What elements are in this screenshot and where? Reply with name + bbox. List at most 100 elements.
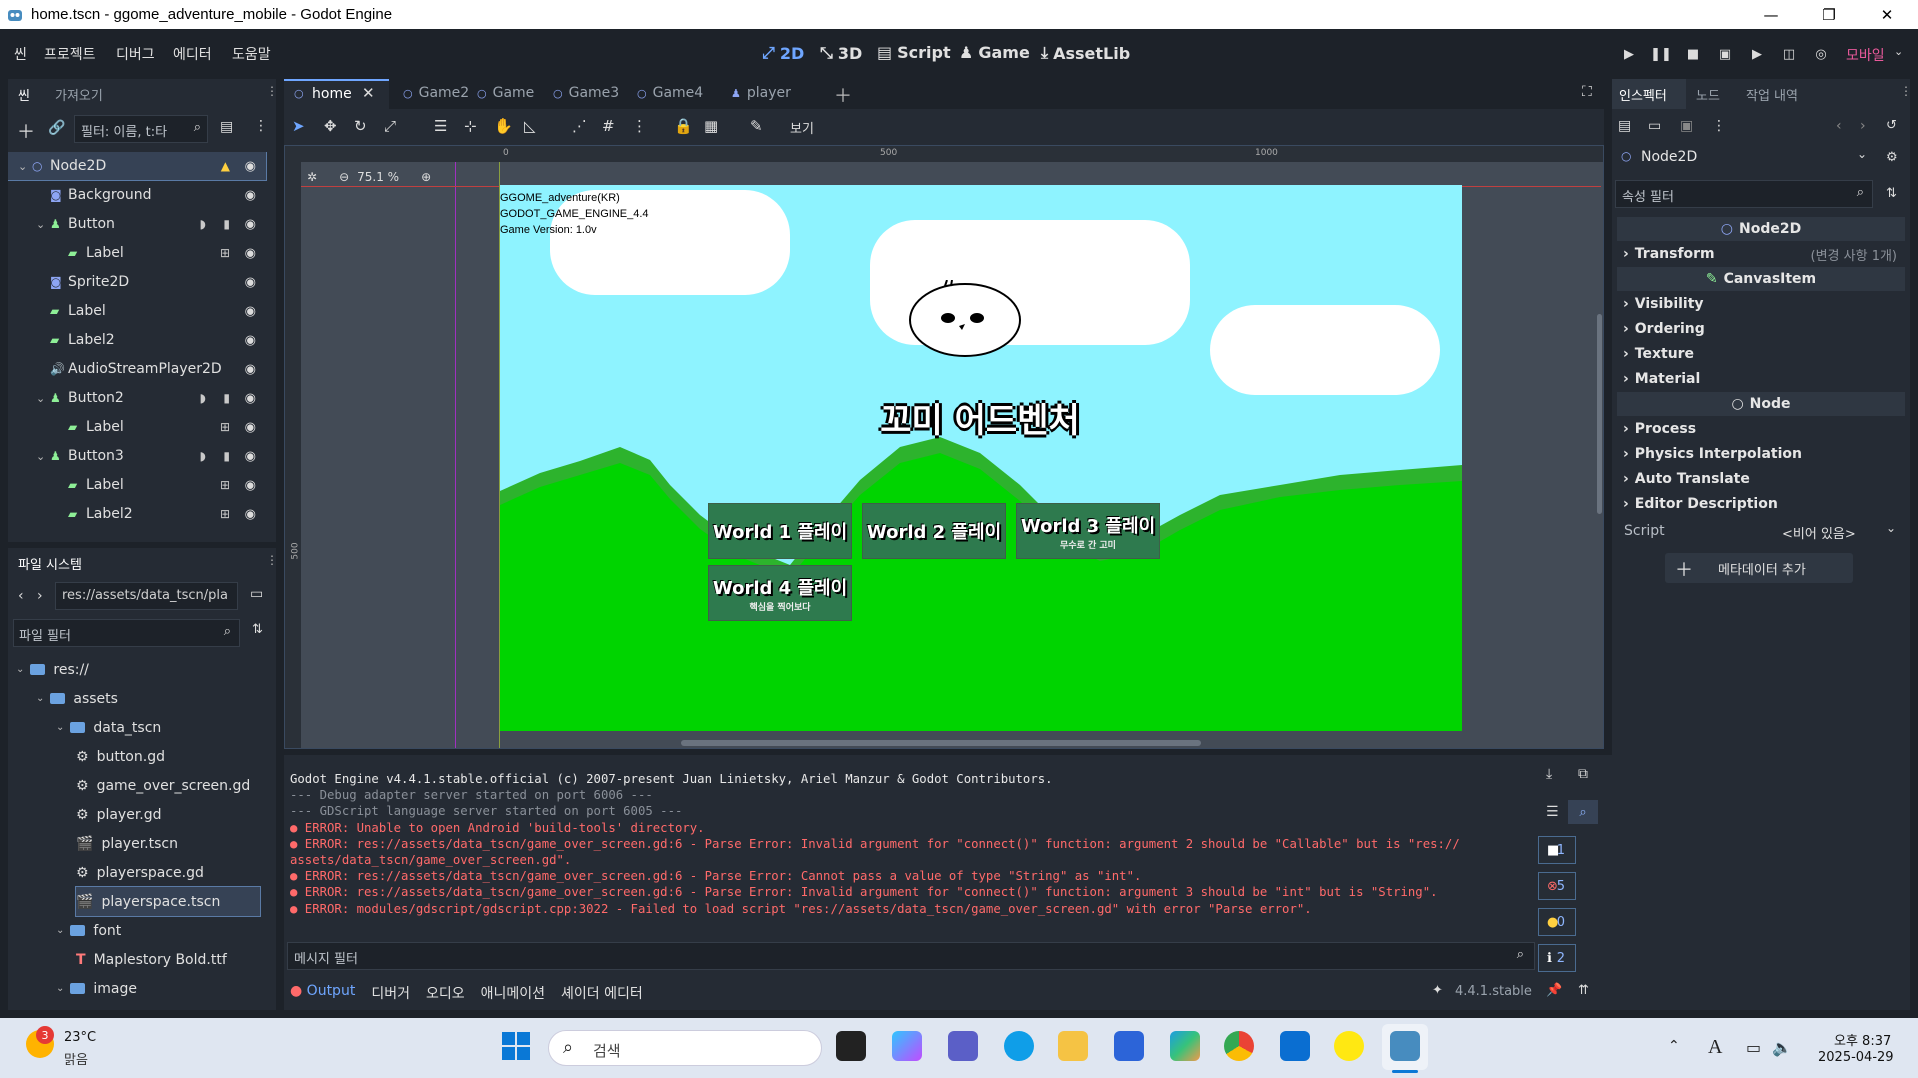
renderer-select[interactable]: 모바일 xyxy=(1846,45,1885,65)
file-tree-item[interactable]: ⌄ image xyxy=(56,974,260,1003)
play-custom-icon[interactable]: ◫ xyxy=(1780,45,1798,63)
file-tree-item[interactable]: ⚙ player.gd xyxy=(76,800,260,829)
group-icon[interactable]: ⊞ xyxy=(220,420,230,434)
clock-date[interactable]: 2025-04-29 xyxy=(1818,1050,1894,1065)
tab-home[interactable]: ○ home ✕ xyxy=(284,79,389,109)
file-tree-item[interactable]: ⚙ game_over_screen.gd xyxy=(76,771,260,800)
file-tree-item[interactable]: 🎬 playerspace.tscn xyxy=(75,886,261,917)
outlook-icon[interactable] xyxy=(1280,1031,1310,1061)
zoom-in-icon[interactable]: ⊕ xyxy=(421,170,431,184)
scene-tree-item[interactable]: ▰ Label ⊞ ◉ xyxy=(8,413,266,441)
main-game-button[interactable]: ♟ Game xyxy=(959,43,1030,62)
history-back-icon[interactable]: ‹ xyxy=(1836,118,1842,134)
copilot-icon[interactable] xyxy=(892,1031,922,1061)
play-icon[interactable]: ▶ xyxy=(1620,45,1638,63)
chevron-up-icon[interactable]: ⌃ xyxy=(1668,1038,1680,1054)
scene-tab[interactable]: ○ Game4 xyxy=(637,85,703,101)
back-icon[interactable]: ‹ xyxy=(18,588,24,604)
chevron-down-icon[interactable]: ⌄ xyxy=(36,218,45,231)
prop-visibility[interactable]: › Visibility xyxy=(1617,292,1905,316)
grid-snap-icon[interactable]: # xyxy=(602,117,615,135)
prop-material[interactable]: › Material xyxy=(1617,367,1905,391)
history-icon[interactable]: ↺ xyxy=(1886,118,1897,133)
prop-editor-description[interactable]: › Editor Description xyxy=(1617,492,1905,516)
list-select-icon[interactable]: ☰ xyxy=(434,117,447,135)
main-script-button[interactable]: ▤ Script xyxy=(877,43,951,62)
more-options-icon[interactable]: ⋮ xyxy=(1712,118,1726,134)
scene-tree-item[interactable]: ▰ Label ⊞ ◉ xyxy=(8,471,266,499)
split-view-icon[interactable]: ▭ xyxy=(250,586,263,602)
chrome-icon[interactable] xyxy=(1224,1031,1254,1061)
v-scrollbar[interactable] xyxy=(1597,314,1602,514)
scene-tree-item[interactable]: ⌄ ♟ Button ◗ ▮ ◉ xyxy=(8,210,266,238)
menu-editor[interactable]: 에디터 xyxy=(173,44,212,64)
godot-taskbar-icon[interactable] xyxy=(1390,1031,1420,1061)
volume-icon[interactable]: 🔈 xyxy=(1772,1038,1792,1057)
scene-tree-item[interactable]: ⌄ ○ Node2D ▲ ◉ xyxy=(8,152,267,181)
eye-icon[interactable]: ◉ xyxy=(245,391,256,406)
main-3d-button[interactable]: ⤡ 3D xyxy=(820,43,862,63)
tab-shader-editor[interactable]: 셰이더 에디터 xyxy=(561,983,643,1003)
sort-icon[interactable]: ⇅ xyxy=(252,622,263,637)
scene-tab[interactable]: ♟ player xyxy=(731,85,791,101)
scene-filter-input[interactable]: 필터: 이름, t:타 ⌕ xyxy=(74,115,208,143)
file-filter-input[interactable]: 파일 필터 ⌕ xyxy=(13,619,240,647)
scene-tree-item[interactable]: ◙ Background ◉ xyxy=(8,181,266,209)
property-settings-icon[interactable]: ⇅ xyxy=(1886,186,1897,201)
error-count-badge[interactable]: ⊗ 5 xyxy=(1538,872,1576,900)
script-icon[interactable]: ▮ xyxy=(223,449,230,463)
snap-options-icon[interactable]: ⋮ xyxy=(632,117,647,135)
network-icon[interactable]: ▭ xyxy=(1746,1038,1761,1057)
clear-log-icon[interactable]: ⤓ xyxy=(1546,766,1552,782)
add-tab-icon[interactable]: ＋ xyxy=(834,82,852,108)
signal-icon[interactable]: ◗ xyxy=(200,217,206,231)
h-scrollbar[interactable] xyxy=(681,740,1201,746)
file-tree-item[interactable]: ⌄ assets xyxy=(36,684,260,713)
scale-mode-icon[interactable]: ⤢ xyxy=(384,117,396,135)
scene-tab[interactable]: ○ Game3 xyxy=(553,85,619,101)
prop-process[interactable]: › Process xyxy=(1617,417,1905,441)
close-button[interactable]: ✕ xyxy=(1858,0,1916,29)
tab-node[interactable]: 노드 xyxy=(1696,85,1720,104)
minimize-button[interactable]: — xyxy=(1742,0,1800,29)
tab-debugger[interactable]: 디버거 xyxy=(371,983,410,1003)
attach-script-icon[interactable]: ▤ xyxy=(220,119,233,135)
close-tab-icon[interactable]: ✕ xyxy=(362,84,375,102)
warning-count-badge[interactable]: ● 0 xyxy=(1538,908,1576,936)
world-2-button[interactable]: World 2 플레이 xyxy=(862,503,1006,559)
eye-icon[interactable]: ◉ xyxy=(245,304,256,319)
lock-icon[interactable]: 🔒 xyxy=(674,117,693,135)
message-filter-input[interactable]: 메시지 필터 ⌕ xyxy=(287,942,1535,970)
ruler-icon[interactable]: ◺ xyxy=(524,117,536,135)
chevron-down-icon[interactable]: ⌄ xyxy=(36,450,45,463)
eye-icon[interactable]: ◉ xyxy=(245,188,256,203)
chevron-down-icon[interactable]: ⌄ xyxy=(18,160,27,173)
history-forward-icon[interactable]: › xyxy=(1860,118,1866,134)
file-tree-item[interactable]: ⚙ playerspace.gd xyxy=(76,858,260,887)
prop-texture[interactable]: › Texture xyxy=(1617,342,1905,366)
world-3-button[interactable]: World 3 플레이 무수로 간 고미 xyxy=(1016,503,1160,559)
scene-tree-item[interactable]: ⌄ ♟ Button3 ◗ ▮ ◉ xyxy=(8,442,266,470)
stop-icon[interactable]: ■ xyxy=(1684,45,1702,63)
group-icon[interactable]: ⊞ xyxy=(220,478,230,492)
menu-project[interactable]: 프로젝트 xyxy=(44,44,96,64)
forward-icon[interactable]: › xyxy=(37,588,43,604)
scene-tree-item[interactable]: ▰ Label2 ⊞ ◉ xyxy=(8,500,266,528)
main-assetlib-button[interactable]: ⤓ AssetLib xyxy=(1041,43,1130,63)
windows-start-icon[interactable] xyxy=(502,1032,530,1060)
pause-icon[interactable]: ❚❚ xyxy=(1650,45,1672,63)
eye-icon[interactable]: ◉ xyxy=(245,159,256,174)
expand-panel-icon[interactable]: ⇈ xyxy=(1578,983,1589,998)
node-info-icon[interactable]: ⚙ xyxy=(1886,150,1898,165)
file-tree-item[interactable]: ⚙ button.gd xyxy=(76,742,260,771)
prop-ordering[interactable]: › Ordering xyxy=(1617,317,1905,341)
eye-icon[interactable]: ◉ xyxy=(245,333,256,348)
collapse-icon[interactable]: ☰ xyxy=(1546,804,1559,820)
dock-menu-icon[interactable]: ⋮ xyxy=(266,84,278,98)
prop-physics-interpolation[interactable]: › Physics Interpolation xyxy=(1617,442,1905,466)
eye-icon[interactable]: ◉ xyxy=(245,275,256,290)
script-icon[interactable]: ▮ xyxy=(223,217,230,231)
eye-icon[interactable]: ◉ xyxy=(245,478,256,493)
add-node-icon[interactable]: ＋ xyxy=(17,118,35,144)
eye-icon[interactable]: ◉ xyxy=(245,246,256,261)
